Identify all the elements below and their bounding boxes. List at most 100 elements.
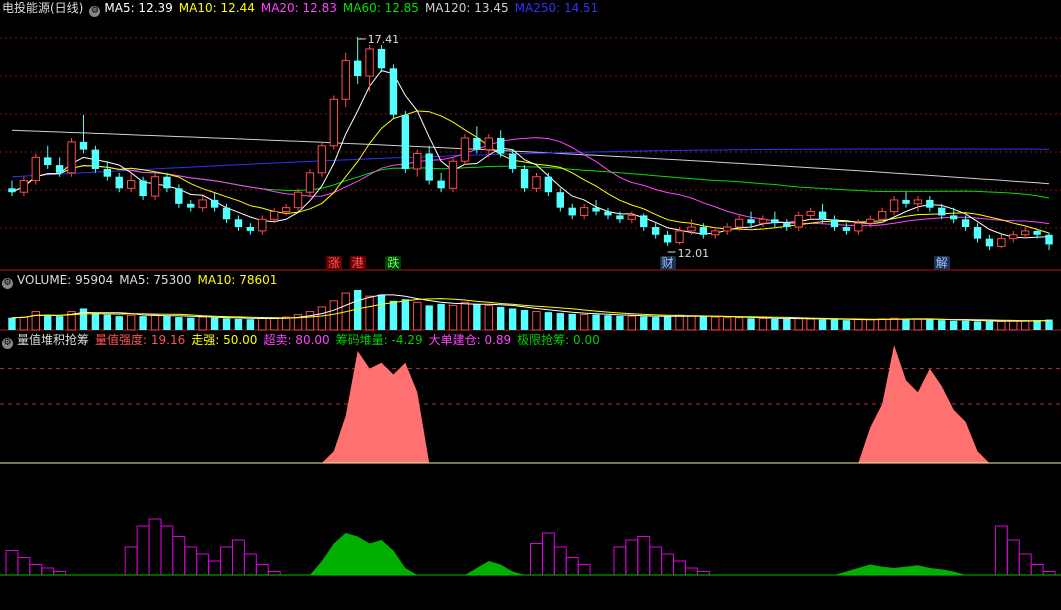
candle-body xyxy=(437,180,445,189)
block-build-bar xyxy=(577,564,591,576)
candle-body xyxy=(329,98,339,147)
candle-body xyxy=(604,211,612,216)
candle-body xyxy=(734,218,744,228)
volume-bar xyxy=(675,314,684,331)
candle-body xyxy=(1021,230,1030,236)
candle-body xyxy=(877,211,887,220)
volume-bar xyxy=(544,312,553,330)
settings-gear-icon[interactable]: ⚙ xyxy=(2,338,13,349)
candle-body xyxy=(640,215,648,228)
indicator-header: ⚙ 量值堆积抢筹 量值强度: 19.16 走强: 50.00 超卖: 80.00 筹码堆量… xyxy=(2,332,612,349)
volume-bar xyxy=(281,316,291,331)
candle-body xyxy=(401,114,410,169)
volume-legend: VOLUME: 95904 MA5: 75300 MA10: 78601 xyxy=(17,273,283,287)
candle-body xyxy=(592,207,600,212)
candle-body xyxy=(675,230,684,244)
candle-body xyxy=(425,153,433,181)
volume-bar xyxy=(568,314,576,330)
block-build-bar xyxy=(184,546,198,576)
candle-body xyxy=(938,207,946,216)
candle-body xyxy=(115,176,123,189)
volume-bar xyxy=(365,295,374,331)
volume-bar xyxy=(938,320,946,330)
event-marker-1[interactable]: 港 xyxy=(349,256,366,270)
chart-svg[interactable]: 17.41 12.01 xyxy=(0,0,1061,606)
volume-bar xyxy=(663,316,672,330)
volume-bar xyxy=(866,319,875,331)
block-build-bar xyxy=(172,536,186,576)
candle-body xyxy=(126,180,136,189)
indicator-legend-3: 筹码堆量: -4.29 xyxy=(335,333,423,347)
block-build-bar xyxy=(136,525,150,576)
volume-bar xyxy=(150,314,160,331)
candle-body xyxy=(771,219,779,224)
chart-stage[interactable]: 17.41 12.01 电投能源(日线) ⚙ MA5: 12.39 MA10: 12.4… xyxy=(0,0,1061,606)
volume-legend-2: MA10: 78601 xyxy=(197,273,278,287)
volume-bar xyxy=(592,314,600,330)
indicator-legend-5: 极限抢筹: 0.00 xyxy=(517,333,600,347)
candle-body xyxy=(19,180,29,193)
main-legend-4: MA120: 13.45 xyxy=(424,1,509,15)
volume-bar xyxy=(508,308,517,330)
volume-bar xyxy=(437,303,445,330)
candle-body xyxy=(187,203,195,208)
volume-bar xyxy=(604,315,612,330)
candle-body xyxy=(913,199,923,205)
candle-body xyxy=(8,188,16,193)
candle-body xyxy=(568,207,576,216)
volume-bar xyxy=(651,317,660,330)
event-marker-3[interactable]: 财 xyxy=(659,256,676,270)
volume-bar xyxy=(818,319,827,330)
candle-body xyxy=(389,68,398,115)
volume-bar xyxy=(198,316,207,331)
volume-bar xyxy=(425,305,433,330)
candle-body xyxy=(281,207,291,213)
block-build-bar xyxy=(17,557,31,576)
block-build-bar xyxy=(148,518,162,576)
block-build-bar xyxy=(53,571,67,576)
volume-bar xyxy=(497,306,505,330)
candle-body xyxy=(246,227,255,231)
volume-header: ⚙ VOLUME: 95904 MA5: 75300 MA10: 78601 xyxy=(2,272,289,289)
ma5-line xyxy=(11,70,1050,239)
candle-body xyxy=(163,176,171,189)
candle-body xyxy=(949,215,958,220)
volume-bar xyxy=(747,318,755,330)
candle-body xyxy=(783,223,791,228)
candle-body xyxy=(460,137,470,162)
candle-body xyxy=(1009,234,1018,240)
block-build-bar xyxy=(124,546,138,576)
candle-body xyxy=(711,230,720,236)
event-marker-0[interactable]: 涨 xyxy=(325,256,342,270)
candle-body xyxy=(520,168,529,189)
candle-body xyxy=(794,214,803,228)
block-build-bar xyxy=(41,567,55,576)
candle-body xyxy=(747,219,755,224)
block-build-bar xyxy=(684,567,698,576)
candle-body xyxy=(44,157,52,166)
candle-body xyxy=(341,60,350,100)
volume-bar xyxy=(520,310,529,330)
volume-bar xyxy=(889,317,899,331)
settings-gear-icon[interactable]: ⚙ xyxy=(89,6,101,17)
candle-body xyxy=(473,138,481,150)
candle-body xyxy=(222,207,231,220)
candle-body xyxy=(556,192,564,208)
candle-body xyxy=(651,227,660,235)
settings-gear-icon[interactable]: ⚙ xyxy=(2,278,13,289)
volume-bar xyxy=(401,299,410,330)
event-marker-4[interactable]: 解 xyxy=(933,256,950,270)
indicator-legend-2: 超卖: 80.00 xyxy=(263,333,330,347)
candle-body xyxy=(579,207,589,216)
volume-bar xyxy=(44,314,52,330)
candle-body xyxy=(961,219,970,228)
candle-body xyxy=(532,176,541,189)
volume-bar xyxy=(806,318,815,331)
event-marker-2[interactable]: 跌 xyxy=(385,256,402,270)
candle-body xyxy=(866,218,875,224)
block-build-bar xyxy=(1018,553,1032,576)
block-build-bar xyxy=(649,546,663,576)
block-build-bar xyxy=(29,564,43,576)
candle-body xyxy=(175,188,183,204)
volume-bar xyxy=(711,316,720,331)
